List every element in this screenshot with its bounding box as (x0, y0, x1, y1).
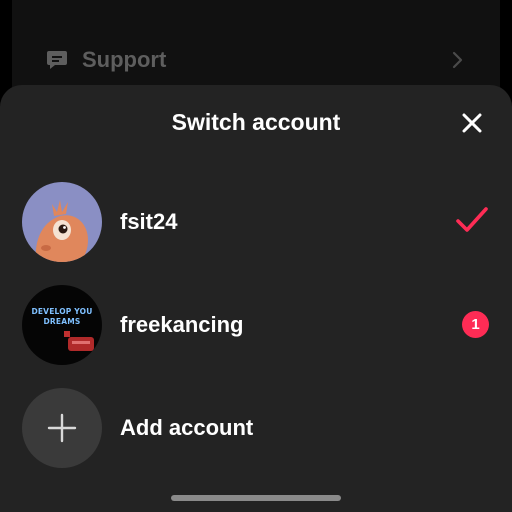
screen: Support Switch account fsit24 DEVELOP YO… (0, 0, 512, 512)
plus-icon (47, 413, 77, 443)
add-account-row[interactable]: Add account (0, 382, 512, 472)
account-row-fsit24[interactable]: fsit24 (0, 176, 512, 266)
close-icon[interactable] (456, 107, 488, 139)
home-indicator (171, 495, 341, 501)
avatar: DEVELOP YOU DREAMS (22, 285, 102, 365)
add-account-label: Add account (120, 415, 254, 440)
sheet-title: Switch account (171, 109, 341, 135)
creature-avatar-image (22, 182, 102, 262)
add-account-button[interactable] (22, 388, 102, 468)
notification-badge: 1 (462, 311, 489, 338)
support-label: Support (82, 47, 167, 72)
chevron-right-icon (452, 51, 463, 69)
chat-bubble-icon (47, 51, 67, 69)
account-username: freekancing (120, 312, 244, 337)
switch-account-sheet: Switch account fsit24 DEVELOP YOU DREAMS… (0, 85, 512, 512)
avatar-artwork (64, 331, 94, 351)
support-row[interactable]: Support (12, 38, 500, 82)
account-username: fsit24 (120, 209, 178, 234)
avatar (22, 182, 102, 262)
checkmark-icon (456, 207, 488, 232)
account-row-freekancing[interactable]: DEVELOP YOU DREAMS freekancing 1 (0, 279, 512, 369)
